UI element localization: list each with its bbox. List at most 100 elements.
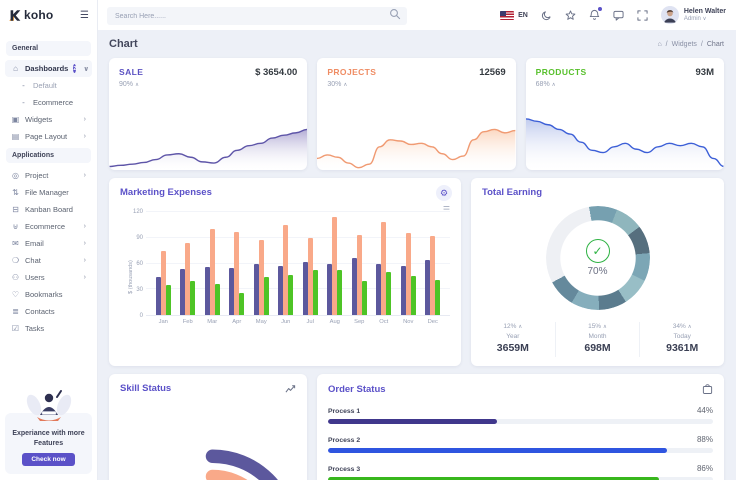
skill-status-title: Skill Status: [120, 383, 172, 394]
search-icon[interactable]: [389, 8, 401, 20]
fullscreen-button[interactable]: [637, 9, 648, 21]
sidebar-item-widgets[interactable]: ▣ Widgets ›: [5, 111, 92, 128]
messages-button[interactable]: [613, 10, 624, 21]
x-tick: Aug: [329, 319, 340, 325]
breadcrumb-chart: Chart: [706, 40, 724, 48]
sidebar-item-bookmarks[interactable]: ♡ Bookmarks: [5, 286, 92, 303]
bar-group: [372, 212, 397, 315]
y-tick: 90: [136, 235, 143, 241]
sidebar-item-label: Chat: [25, 256, 41, 265]
check-icon: ✓: [585, 239, 610, 263]
x-tick: Oct: [379, 319, 389, 325]
sidebar-promo-card: Experiance with more Features Check now: [5, 390, 92, 474]
sidebar-item-contacts[interactable]: ≣ Contacts: [5, 303, 92, 320]
sidebar-item-default[interactable]: - Default: [5, 77, 92, 94]
check-now-button[interactable]: Check now: [22, 453, 75, 466]
trend-up-icon: ∧: [687, 323, 692, 330]
bar-group: [249, 212, 274, 315]
sidebar-item-ecommerce-app[interactable]: ⊎ Ecommerce ›: [5, 218, 92, 235]
promo-text: Experiance with more Features: [12, 430, 85, 447]
page-title: Chart: [109, 38, 138, 50]
sidebar-item-label: Page Layout: [25, 132, 68, 141]
layout-icon: ▤: [11, 132, 20, 141]
sidebar-item-project[interactable]: ◎ Project ›: [5, 167, 92, 184]
process-label: Process 3: [328, 466, 361, 473]
earning-stat-year: 12% ∧ Year 3659M: [496, 322, 529, 355]
shopping-bag-icon[interactable]: [702, 383, 713, 395]
sidebar-item-label: Kanban Board: [25, 205, 73, 214]
home-icon[interactable]: ⌂: [657, 41, 661, 48]
sidebar-item-file-manager[interactable]: ⇅ File Manager: [5, 184, 92, 201]
sale-stat-card: SALE $ 3654.00 90% ∧: [109, 58, 308, 170]
sidebar-item-dashboards[interactable]: ⌂ Dashboards 2 ∨: [5, 60, 92, 77]
trend-up-icon: ∧: [518, 323, 523, 330]
process-label: Process 1: [328, 408, 361, 415]
x-tick: Mar: [207, 319, 218, 325]
bar: [288, 274, 294, 315]
sidebar-item-ecommerce[interactable]: - Ecommerce: [5, 94, 92, 111]
section-label-general: General: [6, 41, 91, 56]
logo-icon: [9, 9, 21, 21]
count-badge: 2: [73, 64, 77, 73]
chevron-right-icon: ›: [83, 240, 86, 247]
projects-sparkline-chart: [317, 112, 516, 170]
sidebar-item-kanban-board[interactable]: ⊟ Kanban Board: [5, 201, 92, 218]
breadcrumb-widgets[interactable]: Widgets: [672, 41, 697, 48]
sale-sparkline-chart: [109, 112, 308, 170]
user-menu[interactable]: Helen Walter Admin ∨: [660, 6, 726, 24]
bookmarks-icon: ♡: [11, 290, 20, 299]
bar: [214, 284, 220, 315]
sidebar-item-tasks[interactable]: ☑ Tasks: [5, 320, 92, 337]
process-percent: 88%: [696, 435, 713, 444]
chat-icon: [613, 10, 624, 21]
y-tick: 120: [132, 209, 143, 215]
tasks-icon: ☑: [11, 324, 20, 333]
notification-badge: [596, 6, 603, 12]
dark-mode-toggle[interactable]: [541, 10, 552, 21]
trend-up-icon: ∧: [135, 81, 140, 88]
users-icon: ⚇: [11, 273, 20, 282]
sidebar-item-label: Widgets: [25, 115, 53, 124]
language-selector[interactable]: EN: [500, 10, 528, 20]
bar-group: [396, 212, 421, 315]
sidebar-item-page-layout[interactable]: ▤ Page Layout ›: [5, 128, 92, 145]
gear-icon[interactable]: ⚙: [436, 185, 452, 201]
y-tick: 0: [139, 313, 143, 319]
bar-group: [274, 212, 299, 315]
email-icon: ✉: [12, 239, 19, 248]
bar-group: [298, 212, 323, 315]
bar-group: [421, 212, 446, 315]
sidebar-item-email[interactable]: ✉ Email ›: [5, 235, 92, 252]
kanban-icon: ⊟: [12, 205, 19, 214]
bar: [312, 270, 318, 315]
breadcrumb: ⌂ / Widgets / Chart: [657, 40, 724, 48]
menu-toggle-icon[interactable]: ☰: [80, 10, 89, 21]
sidebar-nav: General ⌂ Dashboards 2 ∨ - Default - Ecommerce ▣ W…: [0, 30, 97, 337]
sidebar-item-users[interactable]: ⚇ Users ›: [5, 269, 92, 286]
dash-icon: -: [22, 98, 25, 107]
language-label: EN: [518, 11, 528, 19]
chevron-right-icon: ›: [83, 133, 86, 140]
trend-up-icon: ∧: [551, 81, 556, 88]
user-name: Helen Walter: [683, 7, 726, 15]
bar-group: [347, 212, 372, 315]
bar: [190, 280, 196, 315]
notifications-button[interactable]: [589, 6, 603, 21]
trend-up-icon: ∧: [602, 323, 607, 330]
sidebar-item-chat[interactable]: ❍ Chat ›: [5, 252, 92, 269]
app-logo[interactable]: koho: [8, 8, 53, 22]
bar-group: [323, 212, 348, 315]
search-input[interactable]: [107, 7, 407, 26]
us-flag-icon: [500, 10, 515, 20]
bar: [337, 269, 343, 315]
moon-icon: [541, 10, 551, 20]
trend-chart-icon[interactable]: [285, 384, 296, 394]
favorites-button[interactable]: [565, 9, 576, 21]
chevron-right-icon: ›: [83, 116, 86, 123]
total-earning-card: Total Earning ✓ 70% 12% ∧ Year 3659M 15%…: [471, 178, 724, 366]
x-tick: Nov: [403, 319, 414, 325]
progress-fill: [328, 448, 667, 453]
x-tick: Feb: [182, 319, 193, 325]
bar-group: [225, 212, 250, 315]
search-box: [107, 5, 407, 26]
